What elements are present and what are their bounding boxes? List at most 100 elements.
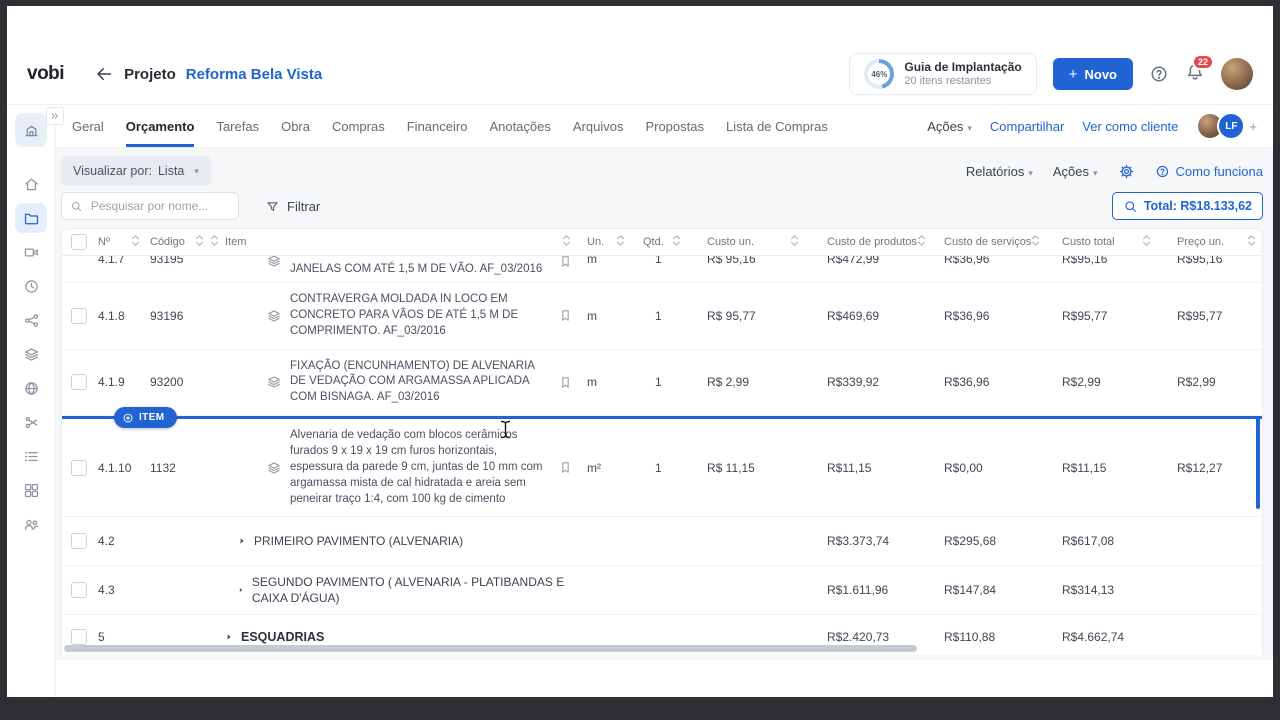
tab-geral[interactable]: Geral — [72, 105, 104, 147]
column-header-custo_total[interactable]: Custo total — [1041, 234, 1157, 250]
row-checkbox[interactable] — [71, 460, 87, 476]
budget-table: NºCódigoItemUn.Qtd.Custo un.Custo de pro… — [61, 228, 1263, 655]
row-checkbox[interactable] — [71, 308, 87, 324]
tab-lista-de-compras[interactable]: Lista de Compras — [726, 105, 828, 147]
new-button[interactable]: + Novo — [1053, 58, 1133, 90]
add-collaborator-button[interactable]: + — [1249, 119, 1257, 134]
table-row[interactable]: 4.3SEGUNDO PAVIMENTO ( ALVENARIA - PLATI… — [62, 566, 1262, 615]
table-row[interactable]: 4.1.101132Alvenaria de vedação com bloco… — [62, 419, 1262, 517]
column-header-no[interactable]: Nº — [96, 234, 146, 250]
gear-icon[interactable] — [1118, 163, 1135, 180]
cell-custo_produtos: R$3.373,74 — [805, 534, 925, 548]
column-header-qtd[interactable]: Qtd. — [631, 234, 687, 250]
sidebar-item-tools[interactable] — [15, 407, 47, 437]
expand-caret-icon[interactable] — [237, 536, 247, 546]
sidebar-item-materials[interactable] — [15, 339, 47, 369]
chevron-down-icon: ▾ — [194, 166, 199, 177]
table-row[interactable]: 4.2PRIMEIRO PAVIMENTO (ALVENARIA)R$3.373… — [62, 517, 1262, 566]
row-checkbox[interactable] — [71, 629, 87, 645]
total-chip[interactable]: Total: R$18.133,62 — [1112, 192, 1263, 220]
table-row[interactable]: 4.1.793195JANELAS COM ATÉ 1,5 M DE VÃO. … — [62, 256, 1262, 283]
cell-custo_produtos: R$339,92 — [805, 375, 925, 389]
view-mode-value: Lista — [158, 164, 184, 178]
vertical-scrollbar-thumb[interactable] — [1256, 417, 1260, 509]
expand-caret-icon[interactable] — [237, 585, 245, 595]
breadcrumb: Projeto Reforma Bela Vista — [94, 64, 322, 84]
ver-como-cliente-button[interactable]: Ver como cliente — [1082, 119, 1178, 134]
bookmark-icon[interactable] — [558, 308, 573, 323]
search-input[interactable] — [89, 198, 230, 214]
add-item-button[interactable]: ITEM — [114, 407, 177, 428]
row-checkbox[interactable] — [71, 374, 87, 390]
cell-custo_un: R$ 95,77 — [687, 309, 805, 323]
sidebar-expand-button[interactable] — [46, 107, 64, 125]
column-header-preco_un[interactable]: Preço un. — [1157, 234, 1262, 250]
back-arrow-icon[interactable] — [94, 64, 114, 84]
cell-custo_total: R$95,77 — [1041, 309, 1157, 323]
cell-codigo: 93196 — [146, 309, 210, 323]
tab-financeiro[interactable]: Financeiro — [407, 105, 468, 147]
acoes-table-dropdown[interactable]: Ações▾ — [1053, 164, 1098, 179]
sidebar-item-web[interactable] — [15, 373, 47, 403]
horizontal-scrollbar-thumb[interactable] — [64, 645, 917, 652]
relatorios-dropdown[interactable]: Relatórios▾ — [966, 164, 1033, 179]
sidebar-item-connections[interactable] — [15, 305, 47, 335]
cell-no: 4.1.8 — [96, 309, 146, 323]
insert-item-line: ITEM — [62, 416, 1262, 419]
table-row[interactable]: 4.1.893196CONTRAVERGA MOLDADA IN LOCO EM… — [62, 283, 1262, 350]
bookmark-icon[interactable] — [558, 256, 573, 269]
sidebar-item-lists[interactable] — [15, 441, 47, 471]
column-header-codigo[interactable]: Código — [146, 234, 210, 250]
view-mode-dropdown[interactable]: Visualizar por: Lista ▾ — [61, 156, 211, 186]
column-header-custo_un[interactable]: Custo un. — [687, 234, 805, 250]
bookmark-icon[interactable] — [558, 460, 573, 475]
sidebar-item-history[interactable] — [15, 271, 47, 301]
acoes-dropdown[interactable]: Ações▾ — [927, 119, 972, 134]
expand-caret-icon[interactable] — [224, 632, 234, 642]
grid-icon — [23, 482, 40, 499]
collaborator-avatar-initials[interactable]: LF — [1217, 112, 1245, 140]
tab-label: Lista de Compras — [726, 119, 828, 134]
cell-preco_un: R$2,99 — [1157, 375, 1262, 389]
row-checkbox[interactable] — [71, 582, 87, 598]
help-icon[interactable] — [1149, 64, 1169, 84]
column-header-un[interactable]: Un. — [579, 234, 631, 250]
cell-custo_servicos: R$36,96 — [925, 256, 1041, 266]
cell-qtd: 1 — [631, 256, 687, 266]
tab-tarefas[interactable]: Tarefas — [216, 105, 259, 147]
notifications-button[interactable]: 22 — [1185, 62, 1205, 87]
sidebar-item-media[interactable] — [15, 237, 47, 267]
tab-arquivos[interactable]: Arquivos — [573, 105, 624, 147]
row-checkbox[interactable] — [71, 533, 87, 549]
layers-icon — [266, 308, 282, 324]
sort-icon — [1247, 234, 1256, 250]
table-row[interactable]: 4.1.993200FIXAÇÃO (ENCUNHAMENTO) DE ALVE… — [62, 350, 1262, 417]
sidebar-item-home[interactable] — [15, 169, 47, 199]
tab-compras[interactable]: Compras — [332, 105, 385, 147]
como-funciona-link[interactable]: Como funciona — [1155, 164, 1263, 179]
select-all-checkbox[interactable] — [71, 234, 87, 250]
sidebar-item-team[interactable] — [15, 509, 47, 539]
column-header-custo_produtos[interactable]: Custo de produtos — [805, 234, 925, 250]
tab-anotacoes[interactable]: Anotações — [489, 105, 550, 147]
table-body: 4.1.793195JANELAS COM ATÉ 1,5 M DE VÃO. … — [62, 256, 1262, 655]
top-bar: vobi Projeto Reforma Bela Vista 46% Guia… — [7, 6, 1273, 105]
tab-obra[interactable]: Obra — [281, 105, 310, 147]
compartilhar-button[interactable]: Compartilhar — [990, 119, 1064, 134]
bookmark-icon[interactable] — [558, 375, 573, 390]
sidebar-item-project[interactable] — [15, 113, 47, 147]
search-icon — [70, 199, 83, 214]
sidebar-item-apps[interactable] — [15, 475, 47, 505]
tab-orcamento[interactable]: Orçamento — [126, 105, 195, 147]
column-header-custo_servicos[interactable]: Custo de serviços — [925, 234, 1041, 250]
folder-icon — [23, 210, 40, 227]
sort-icon — [790, 234, 799, 250]
project-name: Reforma Bela Vista — [186, 66, 322, 83]
globe-icon — [23, 380, 40, 397]
column-header-item[interactable]: Item — [210, 234, 579, 250]
sidebar-item-projects[interactable] — [15, 203, 47, 233]
implementation-guide-widget[interactable]: 46% Guia de Implantação 20 itens restant… — [849, 53, 1036, 95]
filter-button[interactable]: Filtrar — [265, 199, 320, 214]
tab-propostas[interactable]: Propostas — [645, 105, 704, 147]
user-avatar[interactable] — [1221, 58, 1253, 90]
